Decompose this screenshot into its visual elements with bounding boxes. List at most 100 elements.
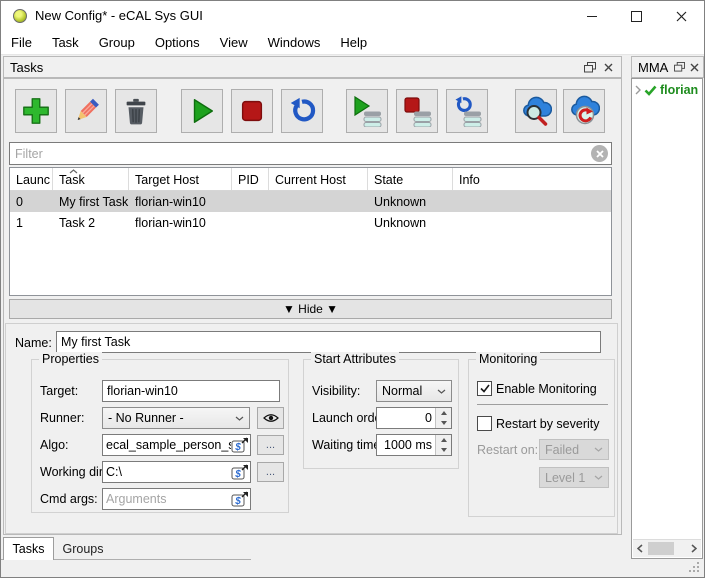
cloud-update-button[interactable] (515, 89, 557, 133)
spin-up-button[interactable] (436, 435, 451, 445)
stop-selected-button[interactable] (396, 89, 438, 133)
table-row[interactable]: 1 Task 2 florian-win10 Unknown (10, 212, 611, 233)
restart-selected-button[interactable] (446, 89, 488, 133)
severity-level-combo[interactable]: Level 1 (539, 467, 609, 488)
table-row[interactable]: 0 My first Task florian-win10 Unknown (10, 191, 611, 212)
cloud-refresh-button[interactable] (563, 89, 605, 133)
workdir-input[interactable] (103, 465, 231, 479)
launch-order-spinbox[interactable]: 0 (376, 407, 452, 429)
start-tasks-button[interactable] (181, 89, 223, 133)
spin-down-icon (440, 421, 447, 425)
resize-grip[interactable] (697, 570, 699, 572)
restart-on-combo[interactable]: Failed (539, 439, 609, 460)
runner-combo[interactable]: - No Runner - (102, 407, 250, 429)
maximize-button[interactable] (614, 1, 659, 31)
env-expand-icon[interactable]: $ (231, 490, 249, 508)
close-button[interactable] (659, 1, 704, 31)
workdir-browse-button[interactable]: ... (257, 462, 284, 482)
tab-tasks[interactable]: Tasks (3, 537, 54, 560)
add-task-button[interactable] (15, 89, 57, 133)
target-label: Target: (40, 384, 79, 398)
host-ok-check-icon (644, 85, 657, 96)
scroll-thumb[interactable] (648, 542, 674, 555)
eye-icon (262, 414, 279, 422)
tab-groups[interactable]: Groups (54, 539, 112, 559)
menu-item-view[interactable]: View (210, 31, 258, 55)
menu-item-group[interactable]: Group (89, 31, 145, 55)
clear-icon (595, 149, 604, 158)
scroll-left-button[interactable] (633, 540, 647, 557)
minimize-button[interactable] (569, 1, 614, 31)
mma-dock-close-button[interactable] (686, 59, 702, 75)
visibility-label: Visibility: (312, 384, 361, 398)
delete-task-button[interactable] (115, 89, 157, 133)
menu-item-file[interactable]: File (1, 31, 42, 55)
filter-field (9, 142, 612, 165)
svg-text:$: $ (234, 469, 241, 480)
workdir-field: $ (102, 461, 251, 483)
menu-item-options[interactable]: Options (145, 31, 210, 55)
column-header-target-host[interactable]: Target Host (129, 168, 232, 190)
column-header-current-host[interactable]: Current Host (269, 168, 368, 190)
restart-by-severity-checkbox[interactable] (477, 416, 492, 431)
mma-dock-title: MMA (638, 59, 669, 75)
filter-input[interactable] (10, 146, 591, 161)
sort-asc-icon (69, 169, 78, 174)
column-header-task[interactable]: Task (53, 168, 129, 190)
column-header-state[interactable]: State (368, 168, 453, 190)
env-expand-icon[interactable]: $ (231, 436, 249, 454)
edit-task-button[interactable] (65, 89, 107, 133)
menu-item-windows[interactable]: Windows (258, 31, 331, 55)
restart-by-severity-label: Restart by severity (496, 417, 600, 431)
stop-tasks-button[interactable] (231, 89, 273, 133)
stop-icon (241, 100, 263, 122)
hide-editor-button[interactable]: ▼ Hide ▼ (9, 299, 612, 319)
runner-label: Runner: (40, 411, 85, 425)
spin-up-icon (440, 411, 447, 415)
column-header-pid[interactable]: PID (232, 168, 269, 190)
cmdargs-field: $ (102, 488, 251, 510)
enable-monitoring-checkbox[interactable] (477, 381, 492, 396)
algo-browse-button[interactable]: ... (257, 435, 284, 455)
expand-chevron-icon[interactable] (635, 85, 641, 95)
statusbar (1, 561, 704, 577)
restart-tasks-button[interactable] (281, 89, 323, 133)
cmdargs-label: Cmd args: (40, 492, 98, 506)
visibility-combo[interactable]: Normal (376, 380, 452, 402)
menu-item-help[interactable]: Help (330, 31, 377, 55)
column-header-info[interactable]: Info (453, 168, 611, 190)
target-input[interactable] (102, 380, 280, 402)
tasks-dock-float-button[interactable] (581, 59, 599, 75)
spin-up-icon (440, 438, 447, 442)
algo-input[interactable] (103, 438, 231, 452)
mma-dock-float-button[interactable] (672, 59, 686, 75)
properties-group-title: Properties (39, 352, 102, 366)
play-list-icon (354, 95, 382, 127)
view-runner-button[interactable] (257, 407, 284, 429)
filter-clear-button[interactable] (591, 145, 608, 162)
tasks-dock-title: Tasks (10, 59, 44, 75)
restart-list-icon (455, 96, 482, 127)
chevron-down-icon (594, 447, 603, 452)
cmdargs-input[interactable] (103, 492, 231, 506)
restart-on-label: Restart on: (477, 443, 539, 457)
chevron-left-icon (637, 544, 643, 553)
enable-monitoring-label: Enable Monitoring (496, 382, 597, 396)
spin-up-button[interactable] (436, 408, 451, 418)
menu-item-task[interactable]: Task (42, 31, 89, 55)
spin-down-button[interactable] (436, 445, 451, 455)
spin-down-button[interactable] (436, 418, 451, 428)
workdir-label: Working dir: (40, 465, 107, 479)
waiting-time-spinbox[interactable]: 1000 ms (376, 434, 452, 456)
tasks-dock-close-button[interactable] (599, 59, 617, 75)
maximize-icon (631, 10, 642, 22)
algo-label: Algo: (40, 438, 69, 452)
env-expand-icon[interactable]: $ (231, 463, 249, 481)
start-selected-button[interactable] (346, 89, 388, 133)
svg-text:$: $ (234, 496, 241, 507)
float-icon (673, 62, 685, 72)
column-header-launch[interactable]: Launc (10, 168, 53, 190)
tree-item-host[interactable]: florian (632, 79, 702, 97)
scroll-right-button[interactable] (687, 540, 701, 557)
name-input[interactable] (56, 331, 601, 353)
